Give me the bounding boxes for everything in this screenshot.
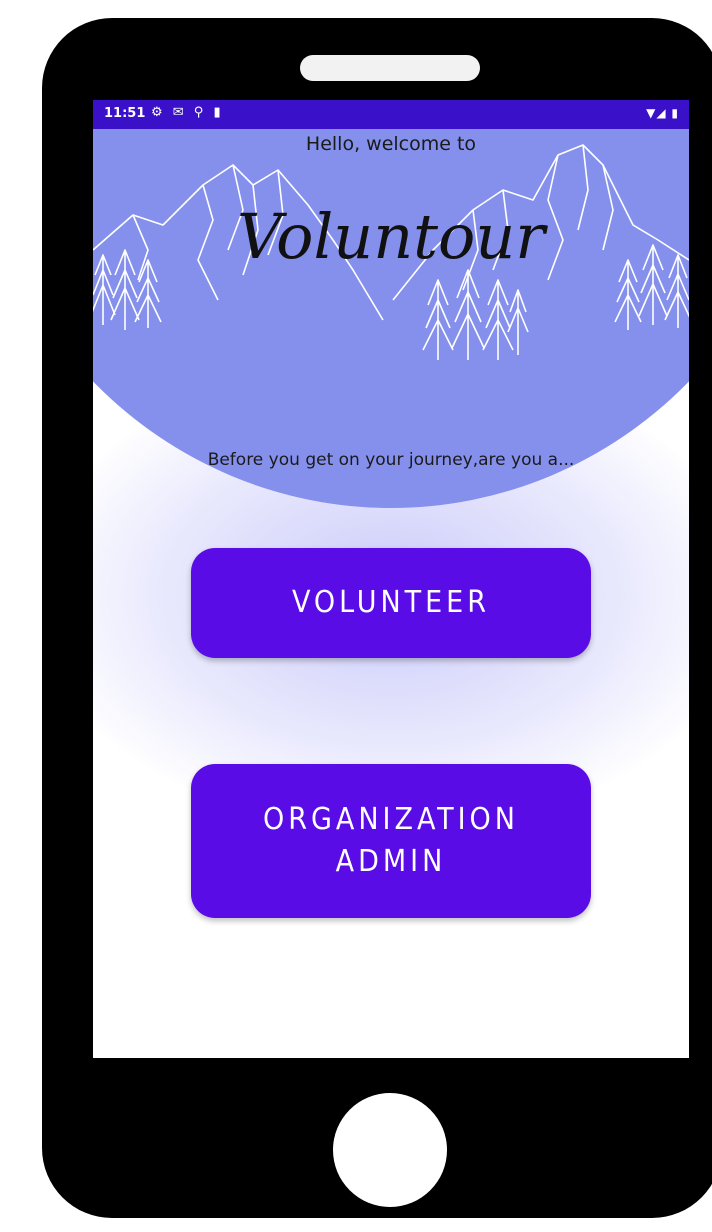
welcome-text: Hello, welcome to [305,133,477,155]
system-status-icons: ▼◢ ▮ [646,106,679,120]
organization-admin-button[interactable]: ORGANIZATION ADMIN [191,764,591,918]
role-prompt: Before you get on your journey,are you a… [207,450,575,470]
app-screen: 11:51 ⚙ ✉ ⚲ ▮ ▼◢ ▮ Hello, welcome to Vol… [93,100,689,1058]
app-title: Voluntour [237,200,545,273]
phone-speaker [300,55,480,81]
notification-icons: ⚙ ✉ ⚲ ▮ [151,105,224,120]
phone-home-button[interactable] [333,1093,447,1207]
status-time: 11:51 [104,106,146,121]
status-bar: 11:51 ⚙ ✉ ⚲ ▮ ▼◢ ▮ [93,100,689,129]
volunteer-button[interactable]: VOLUNTEER [191,548,591,658]
